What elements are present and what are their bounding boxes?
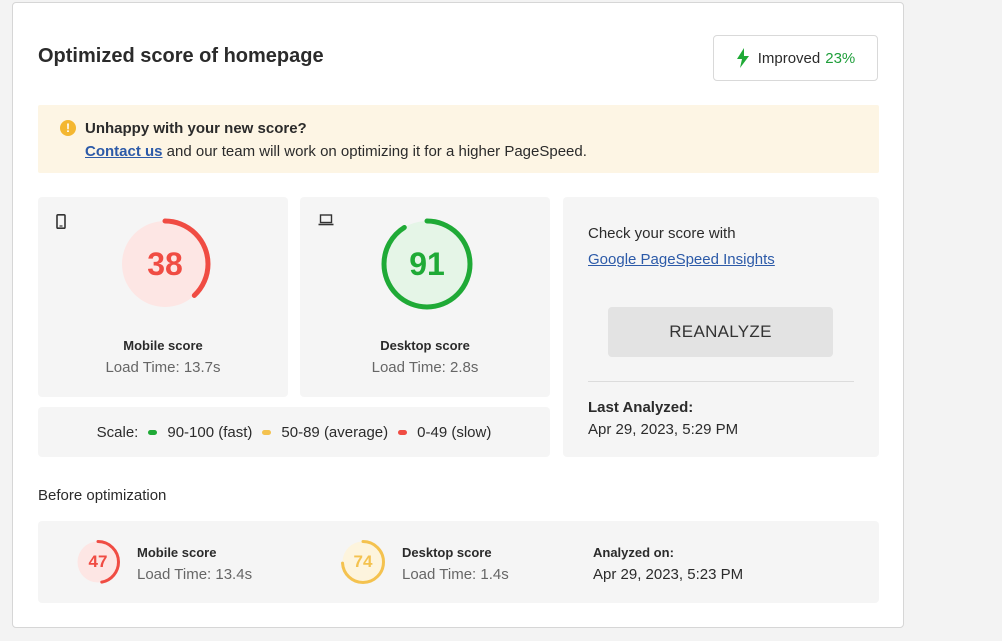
mobile-score-label: Mobile score: [123, 338, 203, 353]
laptop-icon: [318, 214, 334, 226]
mobile-score-box: 38 Mobile score Load Time: 13.7s: [38, 197, 288, 397]
before-desktop-load-time: Load Time: 1.4s: [402, 566, 509, 583]
fast-dot: [148, 429, 158, 435]
improved-label: Improved: [757, 49, 821, 67]
notice-body: Contact us and our team will work on opt…: [85, 143, 587, 160]
before-optimization-box: 47 Mobile score Load Time: 13.4s 74 Desk…: [38, 521, 879, 603]
score-scale-legend: Scale: 90-100 (fast) 50-89 (average) 0-4…: [38, 407, 550, 457]
before-mobile-load-time: Load Time: 13.4s: [137, 566, 253, 583]
divider: [588, 381, 854, 382]
before-mobile-score: 47: [88, 552, 108, 571]
mobile-score-value: 38: [147, 246, 183, 282]
analyzed-on-date: Apr 29, 2023, 5:23 PM: [593, 566, 744, 583]
desktop-score-value: 91: [409, 246, 445, 282]
mobile-phone-icon: [56, 214, 66, 229]
desktop-score-label: Desktop score: [380, 338, 470, 353]
scale-label: Scale:: [96, 423, 139, 441]
slow-dot: [398, 429, 408, 435]
pagespeed-insights-link[interactable]: Google PageSpeed Insights: [588, 251, 775, 268]
check-score-panel: Check your score with Google PageSpeed I…: [563, 197, 879, 457]
desktop-score-box: 91 Desktop score Load Time: 2.8s: [300, 197, 550, 397]
before-mobile-label: Mobile score: [137, 545, 217, 560]
last-analyzed-date: Apr 29, 2023, 5:29 PM: [588, 421, 739, 438]
before-optimization-title: Before optimization: [38, 487, 167, 504]
scale-average: 50-89 (average): [281, 423, 389, 441]
unhappy-notice: ! Unhappy with your new score? Contact u…: [38, 105, 879, 173]
analyzed-on-label: Analyzed on:: [593, 545, 674, 560]
mobile-load-time: Load Time: 13.7s: [105, 359, 221, 376]
desktop-load-time: Load Time: 2.8s: [371, 359, 479, 376]
notice-body-text: and our team will work on optimizing it …: [162, 143, 587, 160]
lightning-icon: [736, 48, 749, 68]
check-score-title: Check your score with: [588, 225, 736, 242]
before-desktop-label: Desktop score: [402, 545, 492, 560]
improved-badge: Improved 23%: [713, 35, 878, 81]
optimized-score-card: Optimized score of homepage Improved 23%…: [12, 2, 904, 628]
warning-icon: !: [60, 120, 76, 136]
average-dot: [262, 429, 272, 435]
before-desktop-score: 74: [353, 552, 373, 571]
scale-fast: 90-100 (fast): [167, 423, 253, 441]
scale-slow: 0-49 (slow): [417, 423, 492, 441]
contact-us-link[interactable]: Contact us: [85, 143, 163, 160]
improved-value: 23%: [825, 49, 856, 67]
notice-heading: Unhappy with your new score?: [85, 120, 307, 137]
page-title: Optimized score of homepage: [38, 45, 324, 67]
last-analyzed-label: Last Analyzed:: [588, 399, 694, 416]
reanalyze-button[interactable]: REANALYZE: [608, 307, 833, 357]
